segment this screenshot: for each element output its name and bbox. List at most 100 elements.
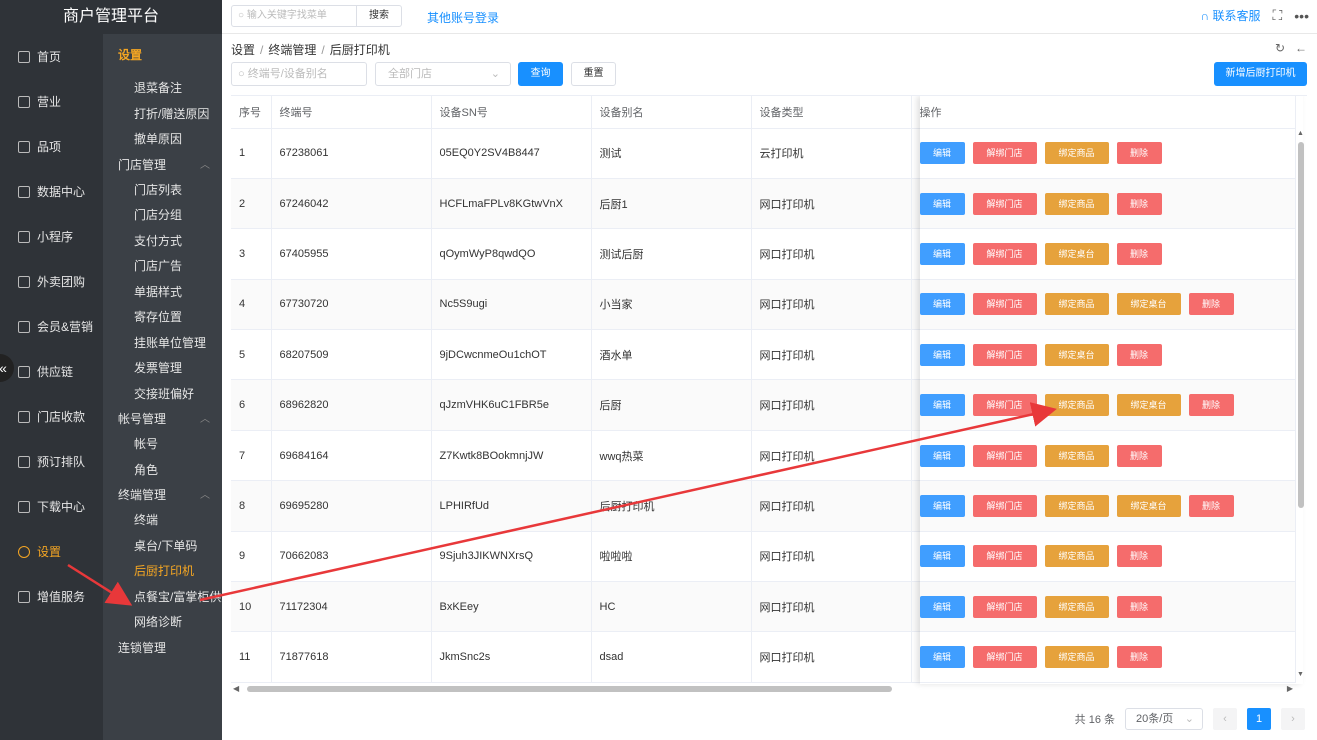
nav-item[interactable]: 门店收款 <box>0 394 103 439</box>
delete-button[interactable]: 删除 <box>1188 394 1234 417</box>
nav-item[interactable]: 数据中心 <box>0 169 103 214</box>
scroll-right-icon[interactable]: ▶ <box>1287 684 1293 693</box>
edit-button[interactable]: 编辑 <box>919 242 965 265</box>
menu-search-button[interactable]: 搜索 <box>356 5 402 27</box>
vertical-scroll-thumb[interactable] <box>1298 142 1304 508</box>
edit-button[interactable]: 编辑 <box>919 494 965 517</box>
delete-button[interactable]: 删除 <box>1116 646 1162 669</box>
delete-button[interactable]: 删除 <box>1116 595 1162 618</box>
edit-button[interactable]: 编辑 <box>919 646 965 669</box>
prev-page-button[interactable]: ‹ <box>1213 708 1237 730</box>
nav-item[interactable]: 增值服务 <box>0 574 103 619</box>
nav-item[interactable]: 品项 <box>0 124 103 169</box>
delete-button[interactable]: 删除 <box>1116 545 1162 568</box>
submenu-item[interactable]: 帐号 <box>103 432 222 458</box>
refresh-icon[interactable]: ↻ <box>1275 41 1285 55</box>
submenu-item[interactable]: 寄存位置 <box>103 305 222 331</box>
submenu-item[interactable]: 支付方式 <box>103 229 222 255</box>
fullscreen-icon[interactable]: ⛶ <box>1272 7 1282 24</box>
edit-button[interactable]: 编辑 <box>919 192 965 215</box>
submenu-item[interactable]: 门店列表 <box>103 178 222 204</box>
scroll-up-icon[interactable]: ▲ <box>1297 130 1304 137</box>
edit-button[interactable]: 编辑 <box>919 444 965 467</box>
scroll-down-icon[interactable]: ▼ <box>1297 671 1304 678</box>
nav-item[interactable]: 外卖团购 <box>0 259 103 304</box>
submenu-item[interactable]: 交接班偏好 <box>103 382 222 408</box>
nav-item[interactable]: 供应链 <box>0 349 103 394</box>
horizontal-scroll-thumb[interactable] <box>247 686 892 692</box>
vertical-scrollbar[interactable]: ▲ ▼ <box>1297 130 1305 678</box>
submenu-item[interactable]: 后厨打印机 <box>103 559 222 585</box>
bind-table-button[interactable]: 绑定桌台 <box>1116 293 1181 316</box>
nav-item[interactable]: 营业 <box>0 79 103 124</box>
bind-goods-button[interactable]: 绑定商品 <box>1044 646 1109 669</box>
menu-search-input[interactable]: ○ 输入关键字找菜单 <box>231 5 357 27</box>
bind-goods-button[interactable]: 绑定商品 <box>1044 444 1109 467</box>
bind-goods-button[interactable]: 绑定商品 <box>1044 545 1109 568</box>
bind-goods-button[interactable]: 绑定商品 <box>1044 192 1109 215</box>
submenu-item[interactable]: 桌台/下单码 <box>103 534 222 560</box>
nav-item[interactable]: 下载中心 <box>0 484 103 529</box>
submenu-item[interactable]: 终端 <box>103 508 222 534</box>
page-size-select[interactable]: 20条/页 ⌄ <box>1125 708 1203 730</box>
submenu-item[interactable]: 打折/赠送原因 <box>103 102 222 128</box>
edit-button[interactable]: 编辑 <box>919 545 965 568</box>
submenu-item[interactable]: 点餐宝/富掌柜供应 <box>103 585 222 611</box>
store-select[interactable]: 全部门店 ⌄ <box>375 62 511 86</box>
delete-button[interactable]: 删除 <box>1116 343 1162 366</box>
reset-button[interactable]: 重置 <box>571 62 616 86</box>
delete-button[interactable]: 删除 <box>1188 293 1234 316</box>
unbind-store-button[interactable]: 解绑门店 <box>972 142 1037 165</box>
edit-button[interactable]: 编辑 <box>919 343 965 366</box>
bind-goods-button[interactable]: 绑定商品 <box>1044 293 1109 316</box>
bind-goods-button[interactable]: 绑定商品 <box>1044 595 1109 618</box>
submenu-item[interactable]: 角色 <box>103 458 222 484</box>
unbind-store-button[interactable]: 解绑门店 <box>972 545 1037 568</box>
bind-table-button[interactable]: 绑定桌台 <box>1044 242 1109 265</box>
submenu-group[interactable]: 连锁管理 <box>103 636 222 661</box>
submenu-group[interactable]: 帐号管理 ︿ <box>103 407 222 432</box>
bind-goods-button[interactable]: 绑定商品 <box>1044 394 1109 417</box>
submenu-group[interactable]: 终端管理 ︿ <box>103 483 222 508</box>
unbind-store-button[interactable]: 解绑门店 <box>972 444 1037 467</box>
other-account-login-link[interactable]: 其他账号登录 <box>427 9 499 26</box>
unbind-store-button[interactable]: 解绑门店 <box>972 192 1037 215</box>
delete-button[interactable]: 删除 <box>1116 444 1162 467</box>
page-number-current[interactable]: 1 <box>1247 708 1271 730</box>
terminal-search-input[interactable]: ○ 终端号/设备别名 <box>231 62 367 86</box>
submenu-group[interactable]: 门店管理 ︿ <box>103 153 222 178</box>
scroll-left-icon[interactable]: ◀ <box>233 684 239 693</box>
nav-item[interactable]: 首页 <box>0 34 103 79</box>
nav-item[interactable]: 会员&营销 <box>0 304 103 349</box>
breadcrumb-terminal[interactable]: 终端管理 <box>268 43 316 57</box>
horizontal-scrollbar[interactable]: ◀ ▶ <box>231 684 1295 694</box>
edit-button[interactable]: 编辑 <box>919 293 965 316</box>
edit-button[interactable]: 编辑 <box>919 394 965 417</box>
submenu-item[interactable]: 挂账单位管理 <box>103 331 222 357</box>
delete-button[interactable]: 删除 <box>1116 142 1162 165</box>
breadcrumb-settings[interactable]: 设置 <box>231 43 255 57</box>
submenu-item[interactable]: 门店分组 <box>103 203 222 229</box>
back-icon[interactable]: ← <box>1295 41 1307 55</box>
nav-item[interactable]: 小程序 <box>0 214 103 259</box>
edit-button[interactable]: 编辑 <box>919 595 965 618</box>
edit-button[interactable]: 编辑 <box>919 142 965 165</box>
submenu-item[interactable]: 单据样式 <box>103 280 222 306</box>
new-printer-button[interactable]: 新增后厨打印机 <box>1214 62 1307 86</box>
unbind-store-button[interactable]: 解绑门店 <box>972 293 1037 316</box>
bind-table-button[interactable]: 绑定桌台 <box>1044 343 1109 366</box>
bind-goods-button[interactable]: 绑定商品 <box>1044 494 1109 517</box>
delete-button[interactable]: 删除 <box>1188 494 1234 517</box>
unbind-store-button[interactable]: 解绑门店 <box>972 494 1037 517</box>
bind-table-button[interactable]: 绑定桌台 <box>1116 394 1181 417</box>
unbind-store-button[interactable]: 解绑门店 <box>972 394 1037 417</box>
unbind-store-button[interactable]: 解绑门店 <box>972 343 1037 366</box>
unbind-store-button[interactable]: 解绑门店 <box>972 595 1037 618</box>
submenu-item[interactable]: 撤单原因 <box>103 127 222 153</box>
unbind-store-button[interactable]: 解绑门店 <box>972 242 1037 265</box>
submenu-item[interactable]: 退菜备注 <box>103 76 222 102</box>
delete-button[interactable]: 删除 <box>1116 192 1162 215</box>
query-button[interactable]: 查询 <box>518 62 563 86</box>
bind-goods-button[interactable]: 绑定商品 <box>1044 142 1109 165</box>
next-page-button[interactable]: › <box>1281 708 1305 730</box>
